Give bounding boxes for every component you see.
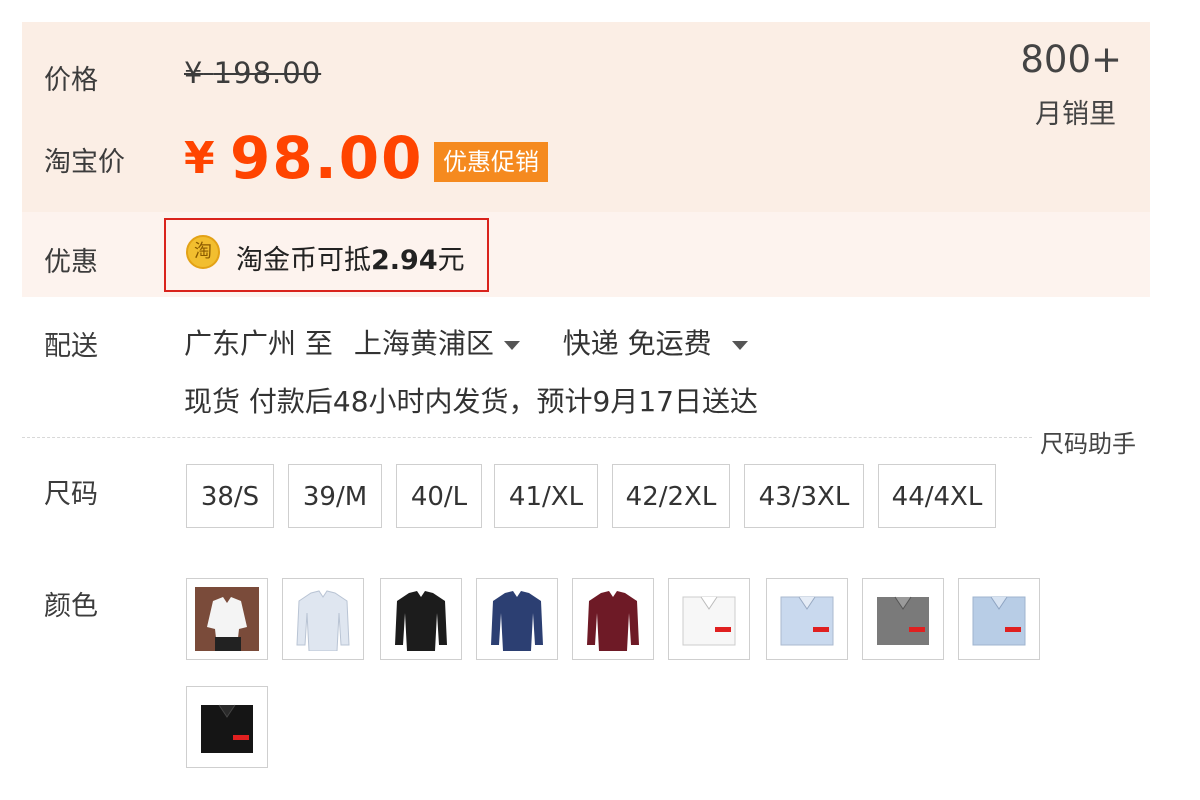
shirt-thumbnail [491, 591, 543, 651]
section-divider [22, 437, 1032, 438]
taobao-price-label: 淘宝价 [44, 147, 125, 178]
shirt-thumbnail [972, 596, 1026, 646]
price-label: 价格 [44, 65, 98, 96]
color-swatch-black[interactable] [380, 578, 462, 660]
color-swatch-light-blue[interactable] [282, 578, 364, 660]
shirt-thumbnail [395, 591, 447, 651]
price-currency: ¥ [184, 133, 215, 184]
color-swatch-black-folded[interactable] [186, 686, 268, 768]
shirt-thumbnail [201, 704, 253, 753]
coin-discount-amount: 2.94 [371, 245, 438, 276]
color-swatch-gray-folded[interactable] [862, 578, 944, 660]
shirt-thumbnail [587, 591, 639, 651]
color-swatch-burgundy[interactable] [572, 578, 654, 660]
taobao-price: 98.00 [230, 124, 424, 192]
coin-discount-text: 淘金币可抵2.94元 [236, 245, 465, 276]
size-option-38s[interactable]: 38/S [186, 464, 274, 528]
size-option-40l[interactable]: 40/L [396, 464, 482, 528]
shipping-destination-select[interactable]: 上海黄浦区 [354, 322, 520, 362]
taobao-coin-discount[interactable]: 淘 淘金币可抵2.94元 [164, 218, 489, 292]
monthly-sales-label: 月销里 [1035, 99, 1116, 130]
shirt-thumbnail [195, 587, 259, 651]
original-price: ¥ 198.00 [184, 56, 322, 90]
chevron-down-icon [731, 340, 748, 350]
monthly-sales-count: 800+ [1020, 38, 1122, 81]
color-swatch-navy[interactable] [476, 578, 558, 660]
size-option-422xl[interactable]: 42/2XL [612, 464, 730, 528]
size-label: 尺码 [44, 479, 98, 510]
chevron-down-icon [503, 340, 520, 350]
shipping-from: 广东广州 至 [184, 327, 333, 360]
shipping-row: 广东广州 至 上海黄浦区 快递 免运费 [184, 322, 748, 362]
shirt-thumbnail [296, 590, 350, 651]
size-option-39m[interactable]: 39/M [288, 464, 382, 528]
discount-label: 优惠 [44, 247, 98, 278]
size-option-41xl[interactable]: 41/XL [494, 464, 598, 528]
size-option-444xl[interactable]: 44/4XL [878, 464, 996, 528]
size-helper-link[interactable]: 尺码助手 [1040, 424, 1136, 459]
shipping-detail: 现货 付款后48小时内发货，预计9月17日送达 [184, 385, 758, 418]
color-swatch-white-model[interactable] [186, 578, 268, 660]
color-swatch-light-blue-folded[interactable] [766, 578, 848, 660]
color-label: 颜色 [44, 591, 98, 622]
shirt-thumbnail [682, 596, 736, 646]
shipping-method-select[interactable]: 快递 免运费 [563, 322, 748, 362]
shirt-thumbnail [780, 596, 834, 646]
promo-badge: 优惠促销 [434, 142, 548, 182]
size-option-433xl[interactable]: 43/3XL [744, 464, 864, 528]
color-swatch-white-folded[interactable] [668, 578, 750, 660]
shirt-thumbnail [877, 596, 929, 645]
color-swatch-sky-blue-folded[interactable] [958, 578, 1040, 660]
taobao-coin-icon: 淘 [186, 235, 220, 269]
shipping-label: 配送 [44, 331, 98, 362]
